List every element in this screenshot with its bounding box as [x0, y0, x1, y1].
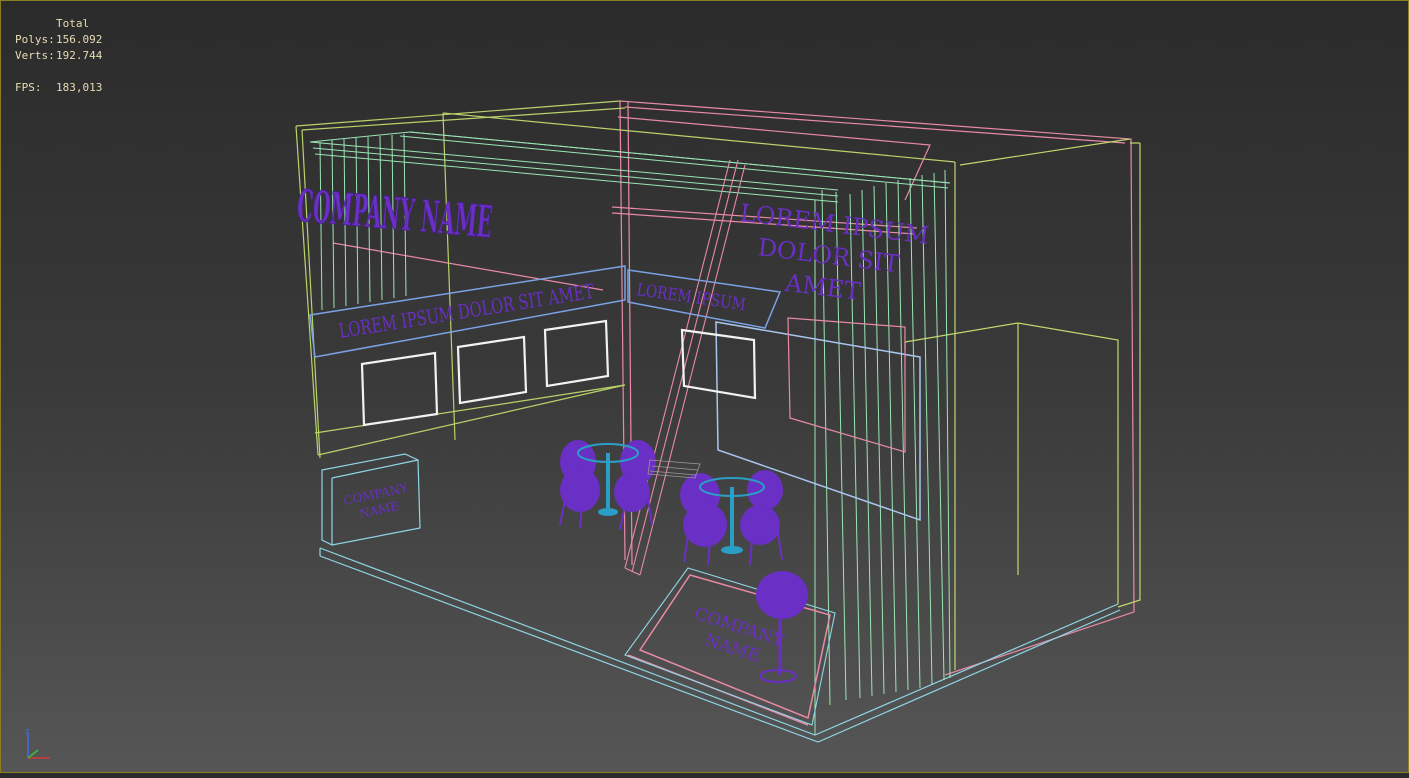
- statistics-overlay: Total Polys: 156.092 Verts: 192.744 FPS:…: [15, 16, 102, 96]
- stat-verts-value: 192.744: [56, 49, 103, 62]
- picture-frames: [360, 319, 757, 427]
- counter-left-text: COMPANY NAME: [342, 480, 410, 521]
- banner-left-text: LOREM IPSUM DOLOR SIT AMET: [337, 279, 596, 343]
- booth-wireframe-scene[interactable]: COMPANY NAME LOREM IPSUM DOLOR SIT AMET …: [0, 0, 1409, 773]
- table-right: [680, 470, 783, 566]
- stat-verts-row: Verts: 192.744: [15, 48, 102, 64]
- company-name-sign: COMPANY NAME: [295, 179, 495, 249]
- stat-spacer: [15, 16, 56, 32]
- axis-gizmo-icon: z: [22, 726, 56, 769]
- table-left: [559, 440, 656, 531]
- stat-fps-row: FPS: 183,013: [15, 80, 102, 96]
- stat-fps-label: FPS:: [15, 81, 42, 94]
- wall-screen: [715, 321, 921, 522]
- side-room: [904, 138, 1141, 670]
- stat-fps-value: 183,013: [56, 81, 103, 94]
- stat-total-label: Total: [56, 17, 90, 30]
- stat-polys-value: 156.092: [56, 33, 103, 46]
- stat-polys-row: Polys: 156.092: [15, 32, 102, 48]
- side-text-line3: AMET: [782, 269, 861, 306]
- axis-z-label: z: [25, 727, 30, 737]
- stat-polys-label: Polys:: [15, 33, 55, 46]
- viewport[interactable]: COMPANY NAME LOREM IPSUM DOLOR SIT AMET …: [0, 0, 1409, 773]
- stat-verts-label: Verts:: [15, 49, 55, 62]
- company-name-main-text: COMPANY NAME: [295, 180, 494, 249]
- stat-gap: [15, 64, 102, 80]
- diagonal-support: [624, 159, 746, 576]
- stat-total-row: Total: [15, 16, 102, 32]
